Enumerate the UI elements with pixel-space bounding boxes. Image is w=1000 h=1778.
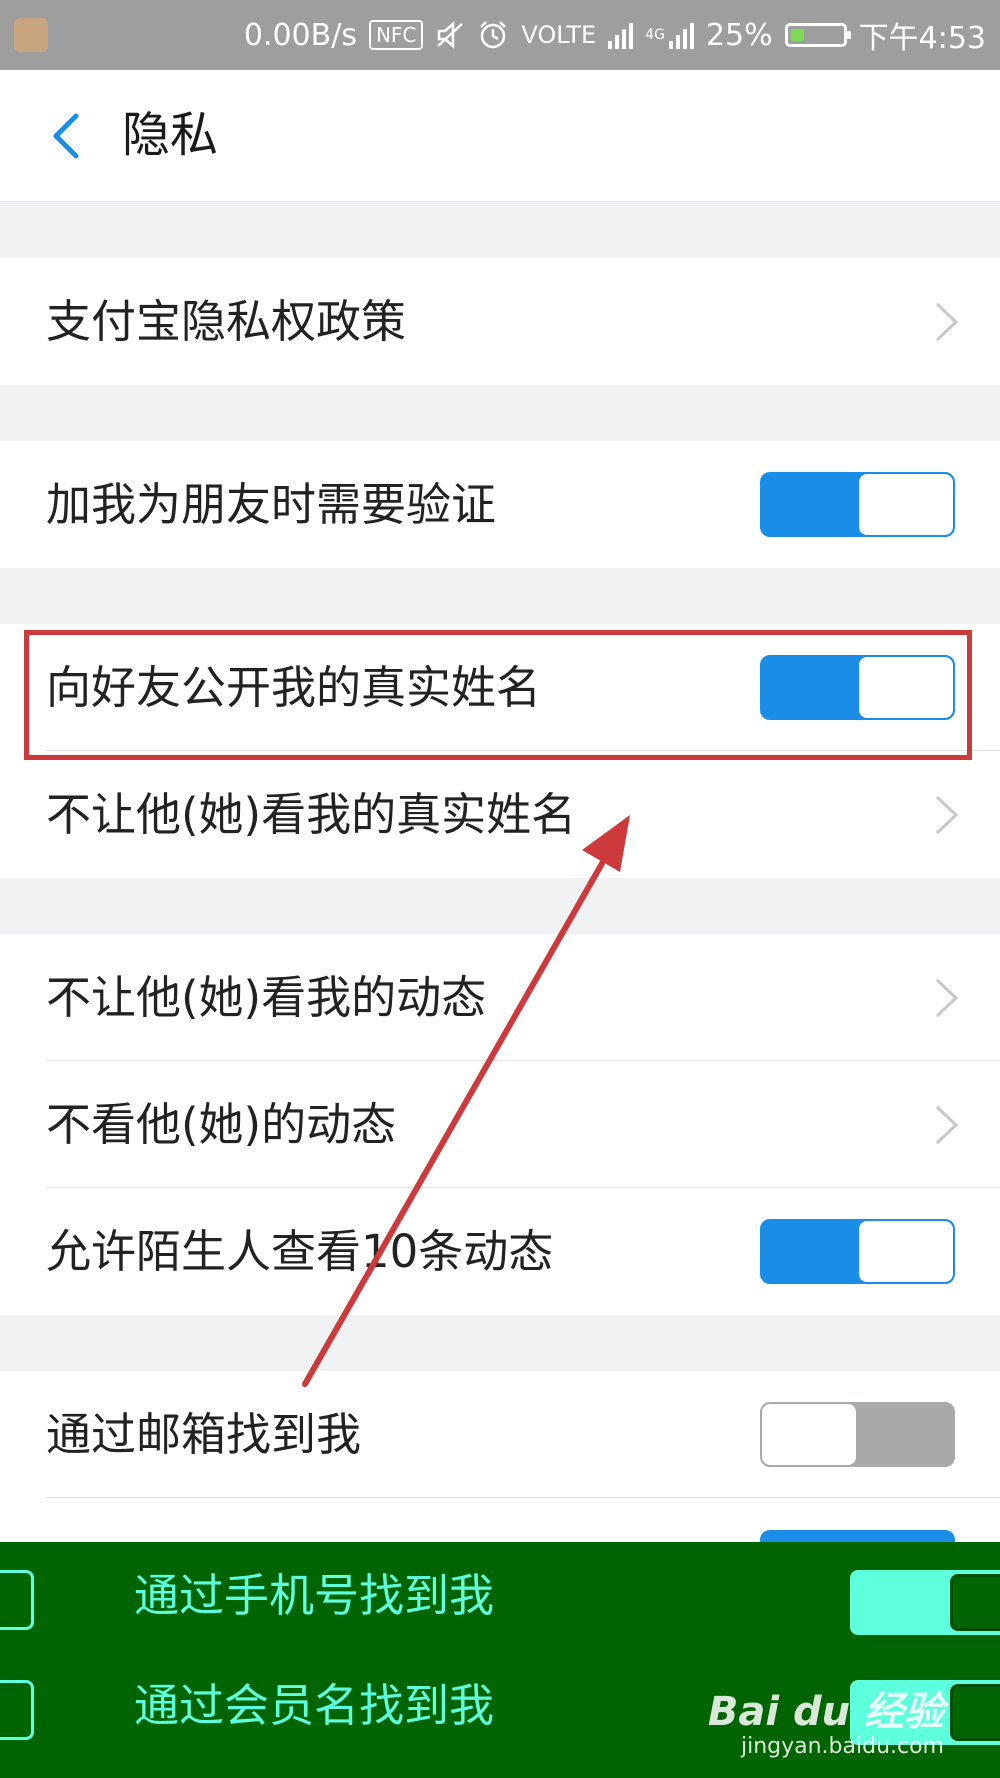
- chevron-right-icon: [935, 795, 959, 835]
- glitch-bracket: [0, 1680, 34, 1740]
- alarm-icon: [480, 21, 507, 49]
- row-friend-verify: 加我为朋友时需要验证: [0, 441, 1000, 568]
- toggle-find-by-phone[interactable]: [850, 1570, 1000, 1635]
- row-find-by-phone-label: 通过手机号找到我: [134, 1569, 495, 1622]
- battery-icon: [784, 23, 851, 47]
- baidu-watermark: Bai du 经验 jingyan.baidu.com: [708, 1690, 944, 1760]
- nfc-icon: NFC: [368, 20, 424, 50]
- row-label: 支付宝隐私权政策: [46, 295, 407, 348]
- row-label: 不看他(她)的动态: [46, 1098, 397, 1151]
- toggle-knob: [859, 657, 953, 718]
- status-bar-right: 0.00B/s NFC VOLTE 4G 25% 下午4:53: [244, 0, 986, 70]
- network-4g: 4G: [645, 27, 665, 43]
- glitch-bracket: [0, 1570, 34, 1630]
- nav-header: 隐私: [0, 70, 1000, 202]
- section-privacy-policy: 支付宝隐私权政策: [0, 258, 1000, 385]
- toggle-stranger-moments[interactable]: [760, 1219, 955, 1284]
- app-shield-icon: [14, 18, 48, 52]
- row-find-by-member-label: 通过会员名找到我: [134, 1679, 495, 1732]
- mute-icon: [437, 21, 464, 49]
- row-label: 不让他(她)看我的动态: [46, 971, 487, 1024]
- row-label: 允许陌生人查看10条动态: [46, 1225, 554, 1278]
- toggle-knob: [859, 474, 953, 535]
- row-dont-see-moments[interactable]: 不看他(她)的动态: [0, 1061, 1000, 1188]
- watermark-logo: Bai du 经验: [707, 1689, 944, 1735]
- toggle-friend-verify[interactable]: [760, 472, 955, 537]
- row-hide-my-moments[interactable]: 不让他(她)看我的动态: [0, 934, 1000, 1061]
- toggle-knob: [762, 1404, 856, 1465]
- battery-percent: 25%: [705, 17, 773, 53]
- row-privacy-policy[interactable]: 支付宝隐私权政策: [0, 258, 1000, 385]
- network-type: VOLTE: [521, 21, 597, 49]
- signal-icon: [608, 21, 634, 49]
- page-title: 隐私: [122, 107, 219, 163]
- chevron-right-icon: [935, 302, 959, 342]
- network-speed: 0.00B/s: [243, 17, 357, 53]
- toggle-knob: [859, 1221, 953, 1282]
- toggle-show-real-name[interactable]: [760, 655, 955, 720]
- toggle-find-by-email[interactable]: [760, 1402, 955, 1467]
- row-show-real-name: 向好友公开我的真实姓名: [0, 624, 1000, 751]
- section-real-name: 向好友公开我的真实姓名 不让他(她)看我的真实姓名: [0, 624, 1000, 878]
- watermark-url: jingyan.baidu.com: [740, 1734, 944, 1759]
- section-moments: 不让他(她)看我的动态 不看他(她)的动态 允许陌生人查看10条动态: [0, 934, 1000, 1315]
- row-find-by-email: 通过邮箱找到我: [0, 1371, 1000, 1498]
- status-bar: 0.00B/s NFC VOLTE 4G 25% 下午4:53: [0, 0, 1000, 70]
- chevron-right-icon: [935, 978, 959, 1018]
- toggle-knob: [950, 1574, 1000, 1631]
- row-label: 向好友公开我的真实姓名: [46, 661, 542, 714]
- toggle-find-by-phone-top: [760, 1530, 955, 1542]
- row-label: 不让他(她)看我的真实姓名: [46, 788, 577, 841]
- section-find-me: 通过邮箱找到我: [0, 1371, 1000, 1542]
- row-hide-real-name[interactable]: 不让他(她)看我的真实姓名: [0, 751, 1000, 878]
- clock: 下午4:53: [858, 21, 986, 56]
- row-label: 通过邮箱找到我: [46, 1408, 362, 1461]
- chevron-right-icon: [935, 1105, 959, 1145]
- settings-list: 支付宝隐私权政策 加我为朋友时需要验证 向好友公开我的真实姓名 不让他(她)看我…: [0, 202, 1000, 1542]
- row-label: 加我为朋友时需要验证: [46, 478, 497, 531]
- section-friend-verify: 加我为朋友时需要验证: [0, 441, 1000, 568]
- toggle-knob: [950, 1684, 1000, 1741]
- signal-4g-icon: [668, 21, 694, 49]
- row-stranger-moments: 允许陌生人查看10条动态: [0, 1188, 1000, 1315]
- chevron-left-icon[interactable]: [44, 112, 92, 160]
